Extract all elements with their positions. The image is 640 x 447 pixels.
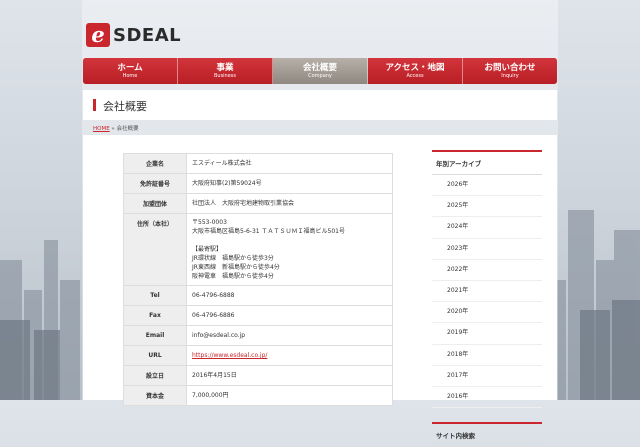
- archive-year-link[interactable]: 2017年: [432, 366, 542, 387]
- info-row: Tel 06-4796-6888: [123, 285, 393, 306]
- info-value: 大阪府知事(2)第59024号: [186, 173, 393, 194]
- breadcrumb-separator: »: [109, 126, 117, 132]
- info-key: Tel: [123, 285, 187, 306]
- nav-access-label: アクセス・地図: [385, 62, 445, 73]
- company-info-table: 企業名 エスディール株式会社 免許証番号 大阪府知事(2)第59024号 加盟団体 社団法…: [123, 153, 393, 406]
- nav-business[interactable]: 事業 Business: [178, 58, 273, 84]
- info-value: info@esdeal.co.jp: [186, 325, 393, 346]
- nav-home-label: ホーム: [117, 62, 143, 73]
- info-value: https://www.esdeal.co.jp/: [186, 345, 393, 366]
- archive-year-link[interactable]: 2016年: [432, 387, 542, 409]
- breadcrumb: HOME » 会社概要: [93, 124, 139, 132]
- title-accent-bar: [93, 99, 96, 111]
- nav-inquiry-label: お問い合わせ: [484, 62, 536, 73]
- breadcrumb-home-link[interactable]: HOME: [93, 126, 110, 132]
- info-key: 住所（本社）: [123, 213, 187, 286]
- site-search-heading: サイト内検索: [432, 422, 542, 447]
- info-key: 加盟団体: [123, 193, 187, 214]
- svg-text:e: e: [91, 23, 104, 47]
- info-row: 加盟団体 社団法人 大阪府宅地建物取引業協会: [123, 193, 393, 214]
- nav-access[interactable]: アクセス・地図 Access: [368, 58, 463, 84]
- info-key: Email: [123, 325, 187, 346]
- info-value: 06-4796-6886: [186, 305, 393, 326]
- company-url-link[interactable]: https://www.esdeal.co.jp/: [192, 352, 267, 359]
- info-row: 免許証番号 大阪府知事(2)第59024号: [123, 173, 393, 194]
- page-title: 会社概要: [103, 100, 147, 113]
- archive-year-list: 2026年 2025年 2024年 2023年 2022年 2021年 2020年 2019年…: [432, 175, 542, 409]
- nav-home[interactable]: ホーム Home: [83, 58, 178, 84]
- nav-company-sub: Company: [308, 72, 332, 79]
- nav-access-sub: Access: [406, 72, 424, 79]
- esdeal-e-logo-icon: e: [86, 23, 110, 47]
- nav-company-label: 会社概要: [302, 62, 337, 73]
- nav-inquiry-sub: Inquiry: [501, 72, 519, 79]
- archive-year-link[interactable]: 2020年: [432, 302, 542, 324]
- info-row: URL https://www.esdeal.co.jp/: [123, 345, 393, 366]
- site-logo[interactable]: e SDEAL: [86, 22, 181, 48]
- archive-year-link[interactable]: 2025年: [432, 196, 542, 218]
- info-key: URL: [123, 345, 187, 366]
- nav-company[interactable]: 会社概要 Company: [273, 58, 368, 84]
- brand-name: SDEAL: [113, 24, 182, 46]
- info-row: 資本金 7,000,000円: [123, 385, 393, 406]
- archive-year-link[interactable]: 2026年: [432, 175, 542, 197]
- info-key: 資本金: [123, 385, 187, 406]
- nav-business-sub: Business: [213, 72, 237, 79]
- archive-year-link[interactable]: 2021年: [432, 281, 542, 303]
- info-key: 企業名: [123, 153, 187, 174]
- info-value: 06-4796-6888: [186, 285, 393, 306]
- global-nav: ホーム Home 事業 Business 会社概要 Company アクセス・地図 Ac…: [83, 58, 557, 84]
- info-row: Fax 06-4796-6886: [123, 305, 393, 326]
- archive-year-link[interactable]: 2022年: [432, 260, 542, 281]
- info-row: 企業名 エスディール株式会社: [123, 153, 393, 174]
- archive-year-link[interactable]: 2023年: [432, 239, 542, 260]
- info-row: 設立日 2016年4月15日: [123, 365, 393, 386]
- info-key: 免許証番号: [123, 173, 187, 194]
- nav-home-sub: Home: [122, 72, 138, 79]
- sidebar: 年別アーカイブ 2026年 2025年 2024年 2023年 2022年 2021年 20…: [432, 150, 542, 447]
- breadcrumb-current: 会社概要: [116, 126, 139, 132]
- nav-inquiry[interactable]: お問い合わせ Inquiry: [463, 58, 557, 84]
- archive-year-link[interactable]: 2024年: [432, 217, 542, 239]
- info-row: 住所（本社） 〒553-0003 大阪市福島区福島5-6-31 ＴＡＴＳＵＭＩ福島…: [123, 213, 393, 286]
- info-value: 〒553-0003 大阪市福島区福島5-6-31 ＴＡＴＳＵＭＩ福島ビル501号…: [186, 213, 393, 286]
- info-row: Email info@esdeal.co.jp: [123, 325, 393, 346]
- info-value: 2016年4月15日: [186, 365, 393, 386]
- archive-year-link[interactable]: 2018年: [432, 345, 542, 366]
- info-value: エスディール株式会社: [186, 153, 393, 174]
- info-key: Fax: [123, 305, 187, 326]
- archive-year-link[interactable]: 2019年: [432, 323, 542, 345]
- page-title-bar: 会社概要: [83, 90, 557, 120]
- info-key: 設立日: [123, 365, 187, 386]
- info-value: 7,000,000円: [186, 385, 393, 406]
- info-value: 社団法人 大阪府宅地建物取引業協会: [186, 193, 393, 214]
- nav-business-label: 事業: [216, 62, 234, 73]
- archive-heading: 年別アーカイブ: [432, 150, 542, 175]
